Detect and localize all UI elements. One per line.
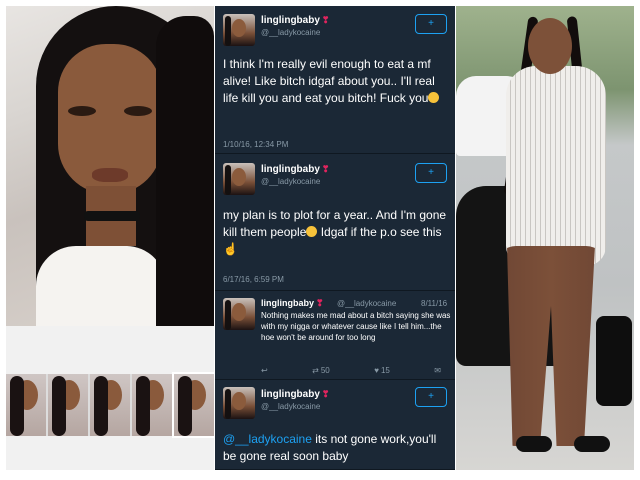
tweet-timestamp[interactable]: 1/10/16, 12:34 PM [223, 140, 288, 149]
like-button[interactable]: ♥ 15 [374, 364, 390, 376]
user-handle[interactable]: @__ladykocaine [261, 28, 320, 37]
user-name[interactable]: linglingbaby ❣ [261, 389, 329, 400]
tweet-timestamp[interactable]: 6/17/16, 6:59 PM [223, 275, 284, 284]
follow-button[interactable]: + [415, 14, 447, 34]
tweet-text: I think I'm really evil enough to eat a … [223, 56, 449, 107]
retweet-icon: ⇄ [312, 365, 319, 375]
thumbnail-strip [6, 372, 214, 438]
avatar[interactable] [223, 298, 255, 330]
message-icon: ✉ [434, 365, 441, 375]
avatar[interactable] [223, 14, 255, 46]
user-handle[interactable]: @__ladykocaine [261, 402, 320, 411]
thumbnail-selected[interactable] [172, 372, 214, 438]
retweet-button[interactable]: ⇄ 50 [312, 364, 330, 376]
tweet: linglingbaby ❣ @__ladykocaine + my plan i… [215, 155, 455, 291]
reply-button[interactable]: ↩ [261, 364, 268, 376]
tweet-screenshot-panel: linglingbaby ❣ @__ladykocaine + I think I… [215, 6, 455, 470]
tweet-text: my plan is to plot for a year.. And I'm … [223, 208, 447, 256]
user-name[interactable]: linglingbaby ❣ [261, 298, 324, 309]
reply-icon: ↩ [261, 365, 268, 375]
mention-link[interactable]: @__ladykocaine [223, 432, 312, 446]
heart-icon: ♥ [374, 365, 379, 375]
emoji-icon [306, 226, 318, 237]
tweet-text: Nothing makes me mad about a bitch sayin… [261, 311, 451, 342]
full-body-photo [456, 6, 634, 470]
tweet-actions: ↩ ⇄ 50 ♥ 15 ✉ [261, 364, 441, 376]
user-handle[interactable]: @__ladykocaine [337, 299, 396, 308]
follow-button[interactable]: + [415, 387, 447, 407]
tweet: linglingbaby ❣ @__ladykocaine + I think I… [215, 6, 455, 154]
emoji-icon [428, 92, 440, 103]
selfie-photo [6, 6, 214, 326]
user-name[interactable]: linglingbaby ❣ [261, 15, 329, 26]
avatar[interactable] [223, 387, 255, 419]
user-name[interactable]: linglingbaby ❣ [261, 164, 329, 175]
user-handle[interactable]: @__ladykocaine [261, 177, 320, 186]
rose-icon: ❣ [321, 15, 330, 25]
follow-button[interactable]: + [415, 163, 447, 183]
rose-icon: ❣ [321, 389, 330, 399]
message-button[interactable]: ✉ [434, 364, 441, 376]
thumbnail[interactable] [48, 374, 88, 436]
add-user-icon: + [428, 167, 434, 178]
thumbnail[interactable] [132, 374, 172, 436]
tweet-text: @__ladykocaine its not gone work,you'll … [223, 432, 437, 463]
tweet: linglingbaby ❣ @__ladykocaine 8/11/16 Not… [215, 292, 455, 380]
add-user-icon: + [428, 18, 434, 29]
thumbnail[interactable] [90, 374, 130, 436]
rose-icon: ❣ [321, 164, 330, 174]
add-user-icon: + [428, 391, 434, 402]
thumbnail[interactable] [6, 374, 46, 436]
tweet-date: 8/11/16 [421, 299, 448, 308]
pointing-hand-icon: ☝ [223, 242, 238, 256]
tweet: linglingbaby ❣ @__ladykocaine + @__ladyko… [215, 381, 455, 470]
avatar[interactable] [223, 163, 255, 195]
left-photo-panel [6, 6, 214, 470]
rose-icon: ❣ [316, 298, 324, 308]
